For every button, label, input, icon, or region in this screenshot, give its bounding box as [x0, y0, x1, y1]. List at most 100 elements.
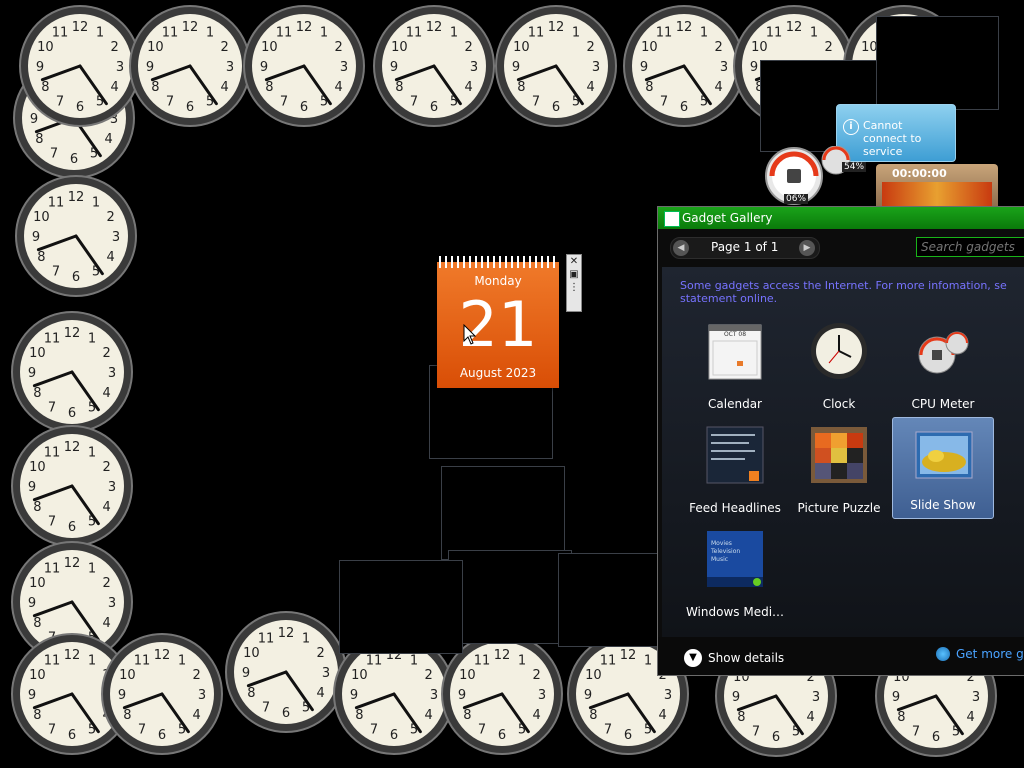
clock-numeral: 4 [715, 80, 723, 95]
globe-icon [936, 647, 950, 661]
analog-clock-gadget[interactable]: 121234567891011 [10, 424, 134, 548]
clock-numeral: 10 [147, 40, 164, 55]
analog-clock-gadget[interactable]: 121234567891011 [14, 174, 138, 298]
analog-clock-gadget[interactable]: 121234567891011 [494, 4, 618, 128]
clock-numeral: 6 [772, 730, 780, 745]
get-more-gadgets-link[interactable]: Get more ga [956, 647, 1024, 661]
clock-numeral: 6 [932, 730, 940, 745]
clock-numeral: 6 [68, 520, 76, 535]
clock-numeral: 8 [645, 80, 653, 95]
clock-numeral: 6 [680, 100, 688, 115]
clock-numeral: 11 [276, 25, 293, 40]
previous-page-button[interactable]: ◀ [673, 240, 689, 256]
chevron-down-icon[interactable]: ▼ [684, 649, 702, 667]
svg-text:Television: Television [710, 548, 740, 555]
gadget-tile-calendar[interactable]: OCT 08 Calendar [684, 317, 786, 417]
clock-numeral: 7 [752, 725, 760, 740]
clock-numeral: 4 [103, 386, 111, 401]
gadget-tile-cpu-meter[interactable]: CPU Meter [892, 317, 994, 417]
empty-gadget-frame [448, 550, 572, 644]
picture-puzzle-gadget[interactable]: 00:00:00 [876, 164, 998, 210]
drag-handle-icon[interactable]: ⋮ [568, 282, 580, 294]
clock-numeral: 1 [644, 653, 652, 668]
clock-numeral: 2 [107, 210, 115, 225]
gadget-tile-label: Clock [822, 397, 856, 411]
clock-numeral: 8 [41, 80, 49, 95]
clock-numeral: 8 [355, 708, 363, 723]
clock-numeral: 8 [151, 80, 159, 95]
clock-numeral: 11 [162, 25, 179, 40]
clock-numeral: 10 [33, 210, 50, 225]
analog-clock-gadget[interactable]: 121234567891011 [242, 4, 366, 128]
clock-numeral: 4 [587, 80, 595, 95]
gadget-tile-label: Slide Show [910, 498, 976, 512]
gadget-tile-picture-puzzle[interactable]: Picture Puzzle [788, 421, 890, 521]
clock-numeral: 2 [103, 460, 111, 475]
clock-numeral: 8 [265, 80, 273, 95]
analog-clock-gadget[interactable]: 121234567891011 [18, 4, 142, 128]
clock-numeral: 9 [512, 60, 520, 75]
analog-clock-gadget[interactable]: 121234567891011 [224, 610, 348, 734]
clock-numeral: 12 [182, 20, 199, 35]
calendar-day-name: Monday [474, 274, 522, 288]
gadget-tile-feed-headlines[interactable]: Feed Headlines [684, 421, 786, 521]
clock-numeral: 3 [470, 60, 478, 75]
internet-notice[interactable]: Some gadgets access the Internet. For mo… [680, 279, 1024, 305]
analog-clock-gadget[interactable]: 121234567891011 [10, 310, 134, 434]
gallery-footer: ▼ Show details Get more ga [658, 637, 1024, 675]
clock-numeral: 8 [517, 80, 525, 95]
calendar-gadget[interactable]: Monday 21 August 2023 [437, 256, 559, 388]
empty-gadget-frame [876, 16, 999, 110]
analog-clock-gadget[interactable]: 121234567891011 [372, 4, 496, 128]
clock-numeral: 9 [584, 688, 592, 703]
show-details-toggle[interactable]: Show details [708, 651, 784, 665]
options-icon[interactable]: ▣ [568, 269, 580, 281]
clock-numeral: 12 [64, 440, 81, 455]
clock-numeral: 4 [533, 708, 541, 723]
clock-numeral: 6 [300, 100, 308, 115]
clock-numeral: 7 [280, 95, 288, 110]
clock-numeral: 11 [406, 25, 423, 40]
next-page-button[interactable]: ▶ [799, 240, 815, 256]
clock-numeral: 8 [33, 708, 41, 723]
clock-numeral: 7 [660, 95, 668, 110]
clock-numeral: 2 [825, 40, 833, 55]
clock-numeral: 8 [395, 80, 403, 95]
close-icon[interactable]: ✕ [568, 256, 580, 268]
search-gadgets-input[interactable] [916, 237, 1024, 257]
clock-numeral: 6 [72, 270, 80, 285]
analog-clock-gadget[interactable]: 121234567891011 [622, 4, 746, 128]
clock-numeral: 12 [426, 20, 443, 35]
cpu-meter-icon [918, 331, 969, 374]
gadget-tile-label: Picture Puzzle [797, 501, 881, 515]
clock-numeral: 3 [198, 688, 206, 703]
gadget-tile-clock[interactable]: Clock [788, 317, 890, 417]
clock-numeral: 8 [737, 710, 745, 725]
window-titlebar[interactable]: Gadget Gallery [658, 207, 1024, 229]
clock-numeral: 7 [50, 147, 58, 162]
clock-numeral: 8 [123, 708, 131, 723]
gadget-tile-windows-media-center[interactable]: Movies Television Music Windows Medi… [684, 525, 786, 625]
clock-numeral: 10 [29, 346, 46, 361]
slide-show-icon [915, 431, 973, 479]
analog-clock-gadget[interactable]: 121234567891011 [128, 4, 252, 128]
page-navigator: ◀ Page 1 of 1 ▶ [670, 237, 820, 259]
clock-numeral: 3 [430, 688, 438, 703]
clock-numeral: 2 [317, 646, 325, 661]
clock-numeral: 12 [64, 556, 81, 571]
clock-numeral: 1 [88, 561, 96, 576]
clock-numeral: 8 [897, 710, 905, 725]
clock-numeral: 6 [430, 100, 438, 115]
clock-numeral: 1 [92, 195, 100, 210]
clock-numeral: 9 [242, 666, 250, 681]
clock-numeral: 11 [48, 195, 65, 210]
clock-numeral: 12 [64, 326, 81, 341]
gadget-tile-slide-show[interactable]: Slide Show [892, 417, 994, 519]
clock-numeral: 1 [88, 445, 96, 460]
clock-numeral: 1 [206, 25, 214, 40]
clock-numeral: 11 [134, 653, 151, 668]
clock-numeral: 3 [812, 690, 820, 705]
analog-clock-gadget[interactable]: 121234567891011 [100, 632, 224, 756]
clock-numeral: 3 [116, 60, 124, 75]
puzzle-tiles[interactable] [882, 182, 992, 208]
